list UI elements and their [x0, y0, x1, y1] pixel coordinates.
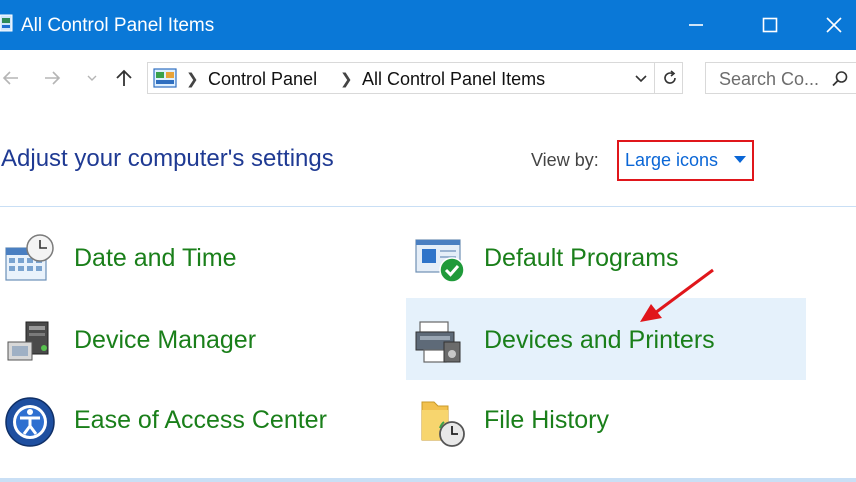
refresh-icon[interactable] — [661, 69, 679, 87]
item-date-and-time[interactable]: Date and Time — [0, 220, 400, 300]
arrow-left-icon — [2, 71, 18, 85]
arrow-right-icon — [45, 71, 61, 85]
address-bar[interactable]: ❯ Control Panel ❯ All Control Panel Item… — [147, 62, 683, 94]
close-icon — [826, 17, 842, 33]
breadcrumb-separator-icon: ❯ — [340, 71, 353, 88]
maximize-icon — [762, 17, 778, 33]
device-manager-icon — [7, 321, 49, 361]
item-label: Default Programs — [484, 244, 679, 272]
printer-icon — [415, 321, 461, 363]
forward-button[interactable] — [38, 63, 66, 93]
recent-locations-button[interactable] — [82, 63, 102, 93]
item-label: Devices and Printers — [484, 326, 715, 354]
breadcrumb-control-panel[interactable]: Control Panel — [208, 69, 317, 90]
window-title: All Control Panel Items — [21, 15, 215, 36]
search-input[interactable]: Search Co... — [719, 69, 819, 90]
up-button[interactable] — [110, 63, 138, 93]
item-label: Device Manager — [74, 326, 257, 354]
item-ease-of-access-center[interactable]: Ease of Access Center — [0, 382, 400, 462]
caret-down-icon[interactable] — [734, 156, 746, 164]
control-panel-icon — [153, 68, 177, 88]
maximize-button[interactable] — [740, 0, 800, 50]
address-divider — [654, 63, 655, 93]
chevron-down-icon — [87, 75, 97, 81]
bottom-border — [0, 478, 856, 482]
view-by-highlight: Large icons — [617, 140, 754, 181]
ease-of-access-icon — [5, 397, 55, 447]
item-devices-and-printers[interactable]: Devices and Printers — [406, 298, 806, 380]
item-label: Ease of Access Center — [74, 406, 327, 434]
item-label: File History — [484, 406, 610, 434]
control-panel-icon — [0, 14, 13, 32]
search-box[interactable]: Search Co... — [705, 62, 856, 94]
default-programs-icon — [415, 239, 465, 283]
arrow-up-icon — [116, 69, 132, 86]
close-button[interactable] — [812, 0, 856, 50]
item-device-manager[interactable]: Device Manager — [0, 300, 400, 380]
item-label: Date and Time — [74, 244, 237, 272]
breadcrumb-all-items[interactable]: All Control Panel Items — [362, 69, 545, 90]
view-by-label: View by: — [531, 150, 599, 170]
minimize-button[interactable] — [666, 0, 726, 50]
header-divider — [0, 206, 856, 207]
back-button[interactable] — [0, 63, 22, 93]
minimize-icon — [689, 24, 703, 26]
item-default-programs[interactable]: Default Programs — [406, 220, 806, 300]
view-by-dropdown[interactable]: Large icons — [625, 150, 718, 171]
page-title: Adjust your computer's settings — [1, 145, 334, 172]
item-file-history[interactable]: File History — [406, 382, 806, 462]
folder-clock-icon — [421, 401, 465, 447]
breadcrumb-separator-icon: ❯ — [186, 71, 199, 88]
chevron-down-icon[interactable] — [634, 73, 648, 85]
calendar-clock-icon — [5, 234, 54, 281]
search-icon[interactable] — [831, 70, 849, 88]
title-bar: All Control Panel Items — [0, 0, 856, 50]
